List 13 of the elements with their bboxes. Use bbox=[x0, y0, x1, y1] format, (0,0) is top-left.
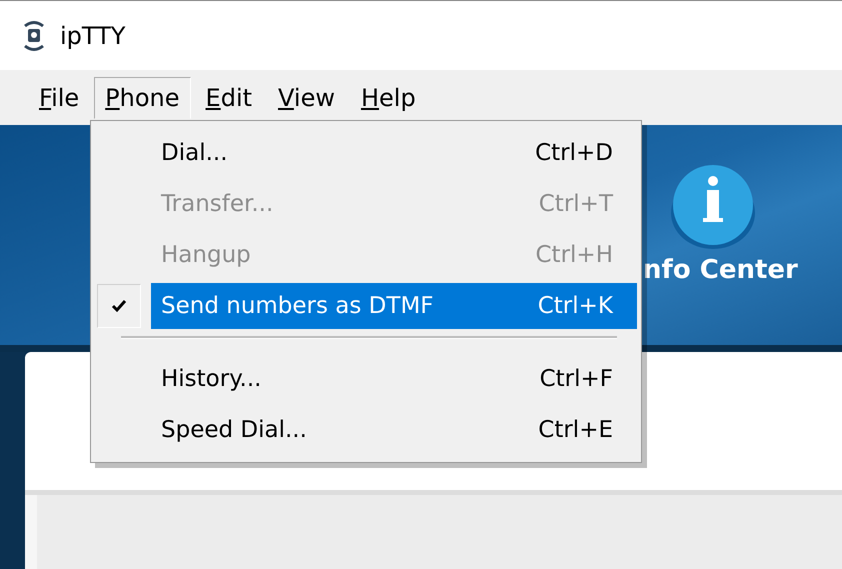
menu-bar-item[interactable]: Edit bbox=[194, 76, 264, 118]
menu-bar-item[interactable]: File bbox=[28, 76, 90, 118]
menu-item[interactable]: History... Ctrl+F bbox=[151, 356, 637, 402]
info-center-label[interactable]: nfo Center bbox=[643, 255, 798, 285]
menu-bar-item[interactable]: Help bbox=[350, 76, 427, 118]
menu-item[interactable]: Speed Dial... Ctrl+E bbox=[151, 407, 637, 453]
menu-bar-item[interactable]: View bbox=[267, 76, 346, 118]
menu-bar-item[interactable]: Phone bbox=[94, 76, 191, 118]
window-title: ipTTY bbox=[60, 22, 126, 50]
info-icon[interactable] bbox=[668, 165, 758, 251]
phone-icon bbox=[22, 20, 46, 52]
menu-item[interactable]: Dial... Ctrl+D bbox=[151, 130, 637, 176]
menu-item[interactable]: Send numbers as DTMF Ctrl+K bbox=[151, 283, 637, 329]
